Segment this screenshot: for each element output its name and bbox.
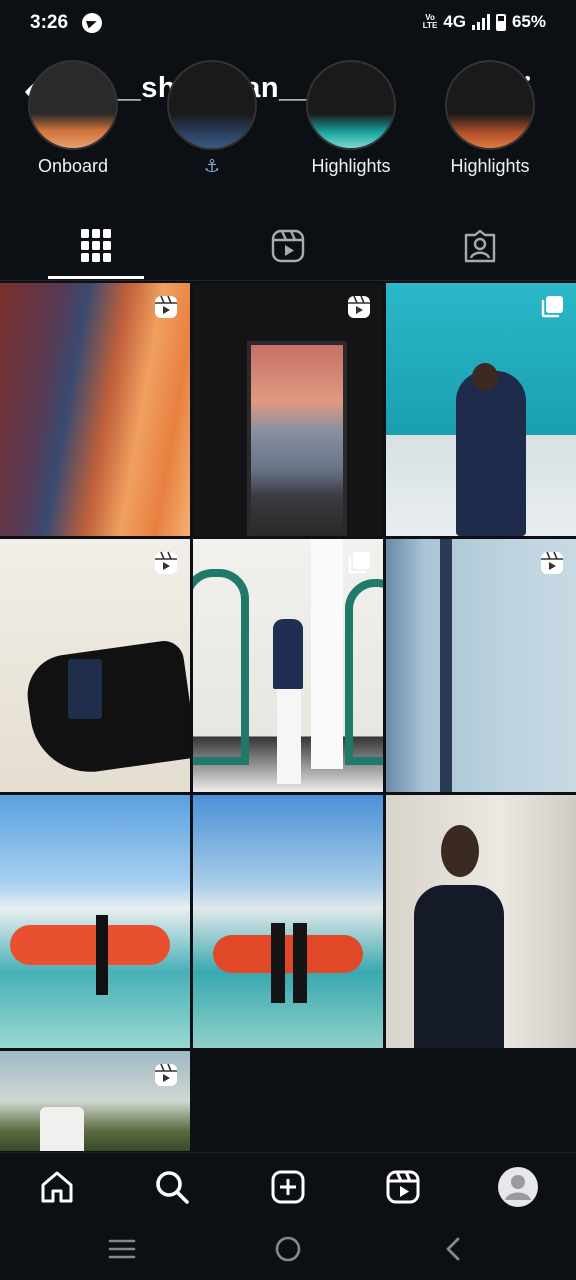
reel-badge-icon xyxy=(540,551,564,575)
post-thumbnail[interactable] xyxy=(0,539,190,792)
search-icon xyxy=(156,1171,189,1204)
nav-profile[interactable] xyxy=(496,1165,540,1209)
tab-tagged[interactable] xyxy=(440,222,520,270)
nav-search[interactable] xyxy=(150,1165,194,1209)
post-thumbnail[interactable] xyxy=(193,539,383,792)
plus-square-icon xyxy=(271,1170,305,1204)
back-chevron-icon[interactable] xyxy=(443,1236,463,1262)
highlight-cover xyxy=(167,60,257,150)
bus xyxy=(40,1107,84,1151)
post-thumbnail[interactable] xyxy=(0,283,190,536)
post-thumbnail[interactable] xyxy=(386,795,576,1048)
highlight-label: Highlights xyxy=(450,156,530,176)
home-icon xyxy=(41,1171,73,1203)
person-figure xyxy=(293,923,307,1003)
lifeboat xyxy=(213,935,363,973)
person-figure xyxy=(96,915,108,995)
highlight-cover xyxy=(306,60,396,150)
nav-reels[interactable] xyxy=(381,1165,425,1209)
post-thumbnail[interactable] xyxy=(0,795,190,1048)
status-icons: Vo LTE 4G 65% xyxy=(423,12,546,32)
person-head xyxy=(441,825,479,877)
highlight-item[interactable]: Highlights xyxy=(420,60,560,177)
home-circle-icon[interactable] xyxy=(275,1236,301,1262)
battery-percent: 65% xyxy=(511,12,546,31)
highlight-label: Onboard xyxy=(37,156,109,176)
highlight-cover xyxy=(28,60,118,150)
person-shirt xyxy=(273,619,303,689)
volte-indicator: Vo LTE xyxy=(423,14,438,30)
volte-line2: LTE xyxy=(422,21,438,30)
reel-badge-icon xyxy=(154,551,178,575)
signal-icon xyxy=(471,14,490,30)
archway xyxy=(345,579,383,765)
black-clothing xyxy=(22,638,190,780)
highlight-item[interactable]: ⚓ xyxy=(142,60,282,177)
reel-badge-icon xyxy=(347,295,371,319)
status-time: 3:26 xyxy=(30,12,69,33)
active-tab-indicator xyxy=(48,276,144,279)
reel-badge-icon xyxy=(154,295,178,319)
nav-create[interactable] xyxy=(266,1165,310,1209)
ship-line xyxy=(440,539,452,792)
battery-icon xyxy=(495,13,506,31)
person-head xyxy=(472,363,498,391)
highlight-item[interactable]: Highlights xyxy=(281,60,421,177)
carousel-badge-icon xyxy=(347,551,371,575)
reel-badge-icon xyxy=(154,1063,178,1087)
highlight-label: Highlights xyxy=(311,156,391,176)
nav-home[interactable] xyxy=(35,1165,79,1209)
post-thumbnail[interactable] xyxy=(0,1051,190,1151)
grid-icon xyxy=(81,229,111,262)
post-thumbnail[interactable] xyxy=(386,283,576,536)
network-type: 4G xyxy=(443,12,466,31)
highlights-strip: Onboard ⚓ Highlights Highlights xyxy=(0,60,576,200)
post-thumbnail[interactable] xyxy=(386,539,576,792)
person-figure xyxy=(456,371,526,536)
reels-icon xyxy=(271,229,305,263)
post-thumbnail[interactable] xyxy=(193,283,383,536)
archway xyxy=(193,569,249,765)
passport xyxy=(68,659,102,719)
column xyxy=(311,539,343,769)
post-thumbnail[interactable] xyxy=(193,795,383,1048)
tagged-person-icon xyxy=(464,229,496,263)
person-figure xyxy=(271,923,285,1003)
highlight-cover xyxy=(445,60,535,150)
bottom-navigation xyxy=(0,1152,576,1219)
avatar-icon xyxy=(498,1167,538,1207)
person-trousers xyxy=(277,689,301,784)
recent-apps-icon[interactable] xyxy=(108,1238,136,1260)
highlight-label: ⚓ xyxy=(203,156,221,176)
tab-posts-grid[interactable] xyxy=(56,222,136,270)
highlight-item[interactable]: Onboard xyxy=(3,60,143,177)
system-navigation-bar xyxy=(0,1218,576,1280)
carousel-badge-icon xyxy=(540,295,564,319)
telegram-icon xyxy=(82,13,102,33)
door-frame xyxy=(247,341,347,536)
person-figure xyxy=(414,885,504,1048)
lifeboat xyxy=(10,925,170,965)
tab-divider xyxy=(0,280,576,281)
tab-reels[interactable] xyxy=(248,222,328,270)
reels-icon xyxy=(386,1170,420,1204)
